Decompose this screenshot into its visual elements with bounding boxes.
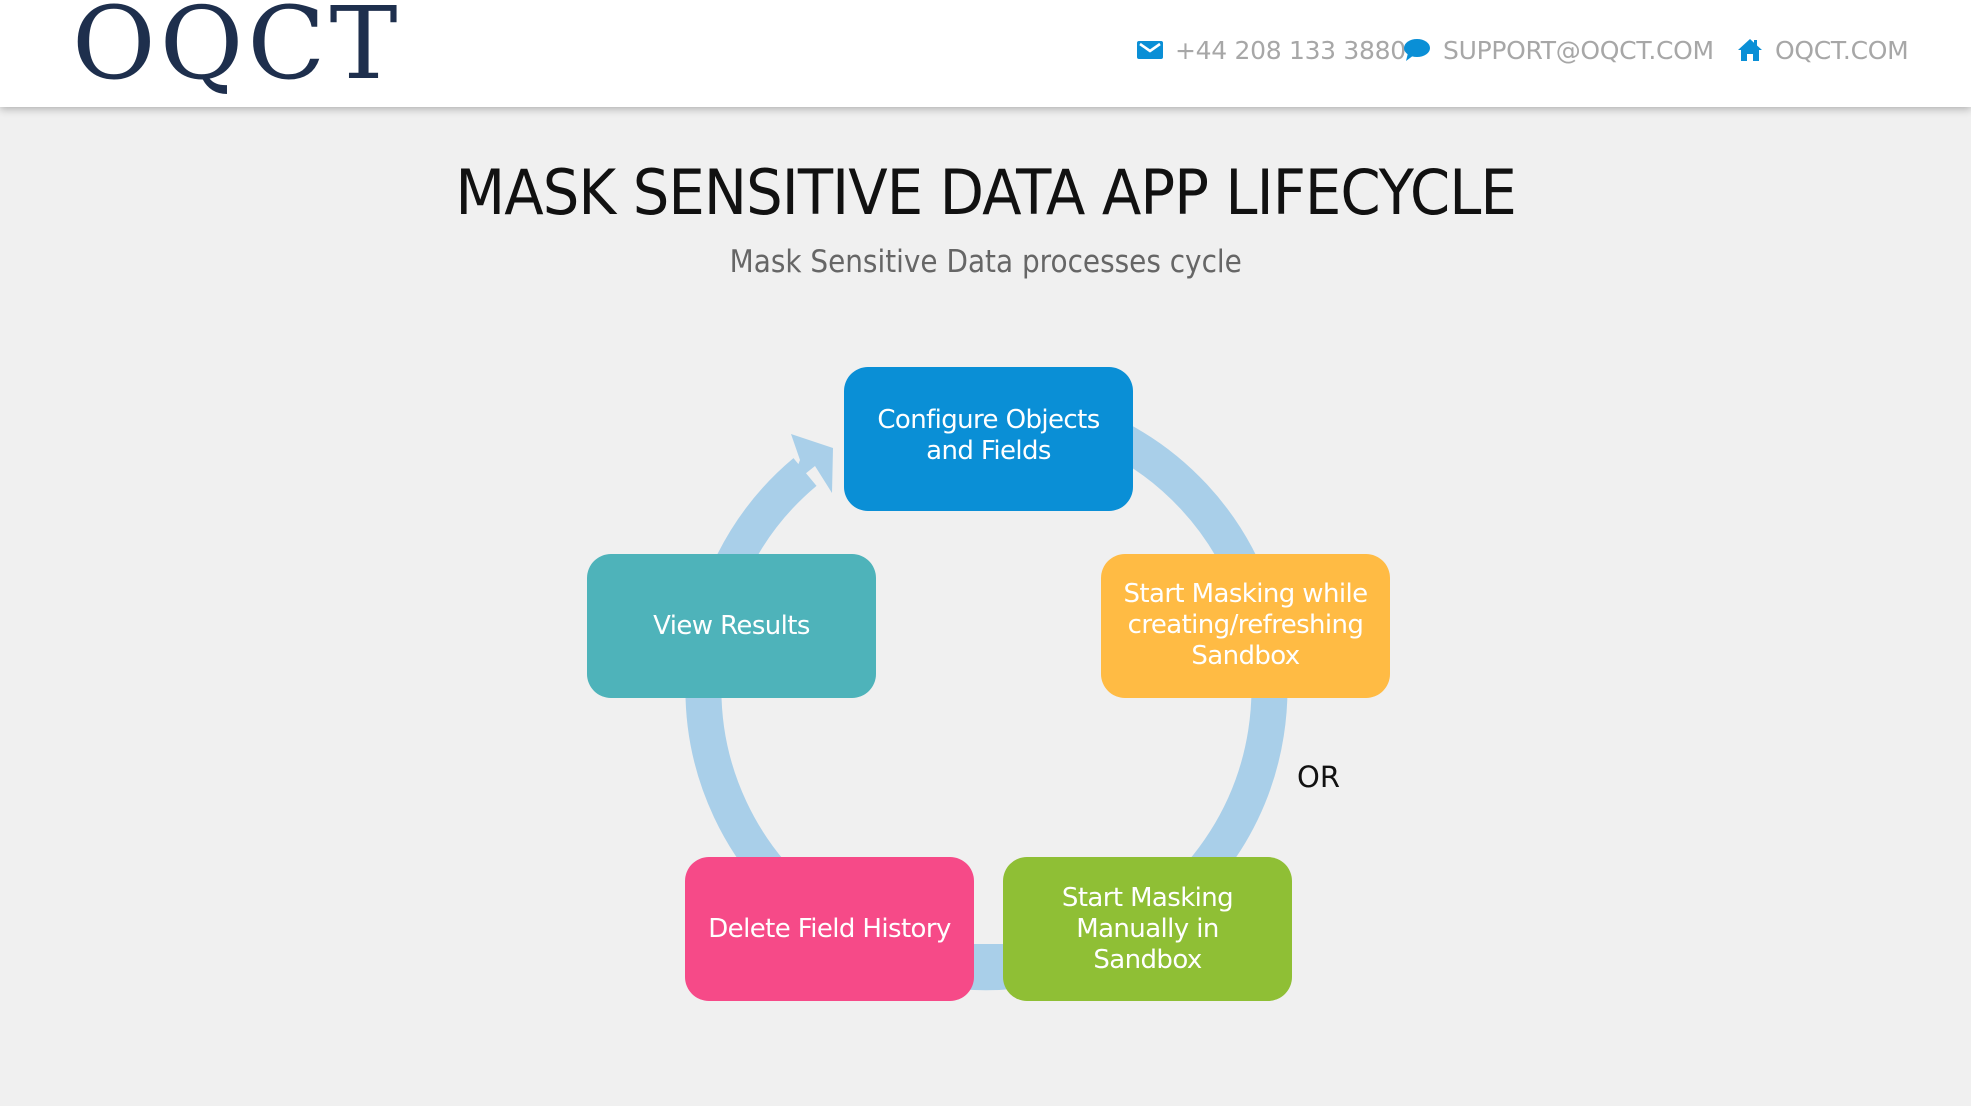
contact-phone[interactable]: +44 208 133 3880: [1137, 32, 1406, 68]
home-icon: [1737, 38, 1763, 62]
contact-email-text: SUPPORT@OQCT.COM: [1443, 35, 1714, 65]
envelope-icon: [1137, 41, 1163, 59]
oqct-logo[interactable]: OQCT: [72, 0, 402, 94]
contact-email[interactable]: SUPPORT@OQCT.COM: [1403, 32, 1714, 68]
contact-phone-text: +44 208 133 3880: [1175, 35, 1406, 65]
contact-website[interactable]: OQCT.COM: [1737, 32, 1909, 68]
step-start-masking-manually[interactable]: Start Masking Manually in Sandbox: [1003, 857, 1292, 1001]
contact-website-text: OQCT.COM: [1775, 35, 1909, 65]
site-header: OQCT +44 208 133 3880 SUPPORT@OQCT.COM O…: [0, 0, 1971, 107]
step-start-masking-sandbox-refresh[interactable]: Start Masking while creating/refreshing …: [1101, 554, 1390, 698]
step-delete-field-history[interactable]: Delete Field History: [685, 857, 974, 1001]
chat-bubble-icon: [1403, 38, 1431, 62]
cycle-arrowhead-icon: [790, 434, 833, 493]
page-title: MASK SENSITIVE DATA APP LIFECYCLE: [455, 156, 1516, 229]
step-view-results[interactable]: View Results: [587, 554, 876, 698]
step-configure-objects[interactable]: Configure Objects and Fields: [844, 367, 1133, 511]
or-label: OR: [1297, 760, 1340, 794]
page-subtitle: Mask Sensitive Data processes cycle: [729, 244, 1242, 280]
